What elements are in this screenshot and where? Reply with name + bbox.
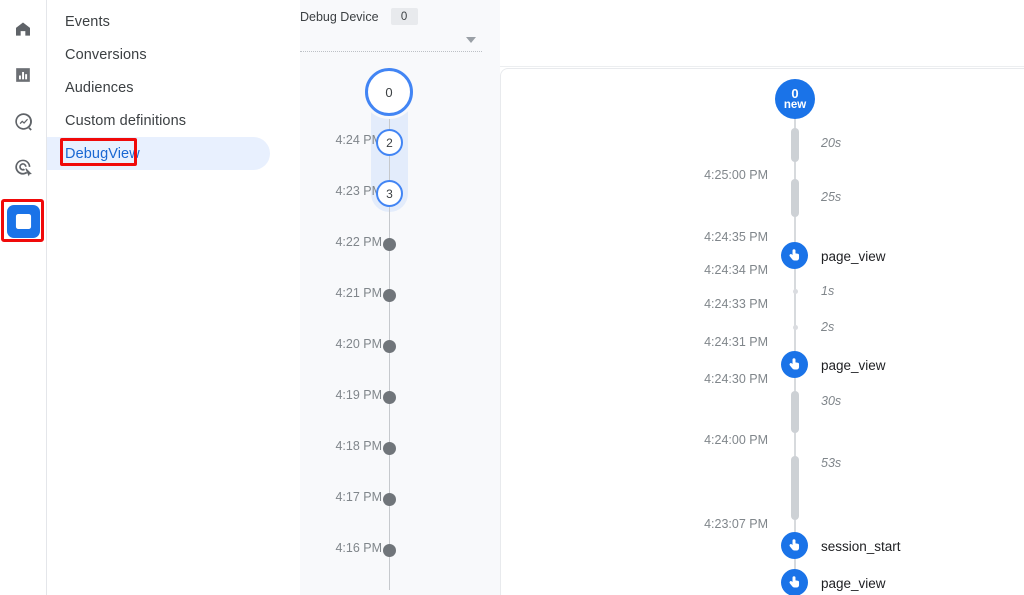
minute-time-label: 4:17 PM: [335, 490, 382, 504]
nav-item-custom-definitions[interactable]: Custom definitions: [47, 104, 270, 137]
minute-time-label: 4:18 PM: [335, 439, 382, 453]
event-name[interactable]: page_view: [821, 576, 886, 591]
event-timestamp: 4:24:00 PM: [704, 433, 768, 447]
minute-marker-count[interactable]: 3: [376, 180, 403, 207]
gap-duration-marker: [791, 128, 799, 162]
event-timestamp: 4:23:07 PM: [704, 517, 768, 531]
minute-row: 4:17 PM: [300, 490, 500, 510]
minute-time-label: 4:22 PM: [335, 235, 382, 249]
debugview-page: Events Conversions Audiences Custom defi…: [0, 0, 1024, 595]
bar-chart-icon: [13, 65, 33, 85]
event-timestamp: 4:24:30 PM: [704, 372, 768, 386]
debug-device-panel: Debug Device 0 0 4:24 PM 2 4:23 PM 3 4:2…: [300, 0, 500, 595]
minute-row: 4:22 PM: [300, 235, 500, 255]
rail-item-home[interactable]: [6, 12, 40, 46]
gap-duration-marker: [791, 179, 799, 217]
gap-duration-marker-small: [793, 325, 798, 330]
minute-row: 4:18 PM: [300, 439, 500, 459]
event-timestamp: 4:24:33 PM: [704, 297, 768, 311]
tap-event-icon: [786, 247, 803, 264]
rail-selected-background: [7, 205, 40, 238]
event-timestamp: 4:24:34 PM: [704, 263, 768, 277]
nav-item-audiences[interactable]: Audiences: [47, 71, 270, 104]
event-name[interactable]: page_view: [821, 358, 886, 373]
rail-item-explore[interactable]: [6, 104, 40, 138]
secondary-nav: Events Conversions Audiences Custom defi…: [47, 0, 300, 595]
event-name[interactable]: session_start: [821, 539, 901, 554]
minute-marker-empty[interactable]: [383, 391, 396, 404]
gap-duration-marker: [791, 391, 799, 433]
minute-marker-current[interactable]: 0: [365, 68, 413, 116]
minute-marker-count[interactable]: 2: [376, 129, 403, 156]
nav-item-events[interactable]: Events: [47, 5, 270, 38]
nav-item-conversions[interactable]: Conversions: [47, 38, 270, 71]
rail-item-advertising[interactable]: [6, 150, 40, 184]
gap-duration-label: 53s: [821, 456, 841, 470]
tap-event-icon: [786, 574, 803, 591]
gap-duration-label: 1s: [821, 284, 834, 298]
configure-list-icon: [14, 212, 33, 231]
tap-event-icon: [786, 537, 803, 554]
gap-duration-label: 2s: [821, 320, 834, 334]
minute-marker-empty[interactable]: [383, 442, 396, 455]
debug-device-label: Debug Device: [300, 10, 379, 24]
minute-row: 4:16 PM: [300, 541, 500, 561]
home-icon: [13, 19, 33, 39]
gap-duration-marker: [791, 456, 799, 520]
nav-item-label: DebugView: [65, 146, 140, 162]
nav-item-label: Custom definitions: [65, 113, 186, 129]
event-timestamp: 4:24:31 PM: [704, 335, 768, 349]
gap-duration-label: 30s: [821, 394, 841, 408]
nav-item-label: Audiences: [65, 80, 134, 96]
header-divider: [500, 66, 1024, 67]
nav-item-label: Conversions: [65, 47, 147, 63]
minute-marker-empty[interactable]: [383, 493, 396, 506]
debug-device-select[interactable]: [300, 30, 482, 52]
primary-icon-rail: [0, 0, 47, 595]
event-marker[interactable]: [781, 242, 808, 269]
new-events-badge[interactable]: 0 new: [775, 79, 815, 119]
nav-item-debugview[interactable]: DebugView: [47, 137, 270, 170]
minute-marker-empty[interactable]: [383, 238, 396, 251]
debug-device-count-badge: 0: [391, 8, 418, 25]
gap-duration-label: 20s: [821, 136, 841, 150]
minute-marker-empty[interactable]: [383, 544, 396, 557]
minute-row: 4:20 PM: [300, 337, 500, 357]
event-timestamp: 4:25:00 PM: [704, 168, 768, 182]
minute-time-label: 4:21 PM: [335, 286, 382, 300]
minute-row: 4:19 PM: [300, 388, 500, 408]
minute-marker-empty[interactable]: [383, 289, 396, 302]
rail-item-reports[interactable]: [6, 58, 40, 92]
tap-event-icon: [786, 356, 803, 373]
minute-marker-empty[interactable]: [383, 340, 396, 353]
minute-row: 4:21 PM: [300, 286, 500, 306]
rail-item-configure[interactable]: [6, 204, 40, 238]
minute-time-label: 4:24 PM: [335, 133, 382, 147]
event-timestamp: 4:24:35 PM: [704, 230, 768, 244]
gap-duration-label: 25s: [821, 190, 841, 204]
minute-row: 4:23 PM 3: [300, 184, 500, 204]
event-marker[interactable]: [781, 351, 808, 378]
event-name[interactable]: page_view: [821, 249, 886, 264]
explore-icon: [13, 111, 34, 132]
gap-duration-marker-small: [793, 289, 798, 294]
debug-device-header: Debug Device 0: [300, 8, 500, 25]
advertising-target-icon: [13, 157, 34, 178]
minute-time-label: 4:19 PM: [335, 388, 382, 402]
minute-time-label: 4:16 PM: [335, 541, 382, 555]
new-events-label: new: [784, 100, 806, 112]
event-stream-card: 0 new 4:25:00 PM 4:24:35 PM 4:24:34 PM 4…: [500, 68, 1024, 595]
minute-time-label: 4:23 PM: [335, 184, 382, 198]
event-marker[interactable]: [781, 569, 808, 595]
event-marker[interactable]: [781, 532, 808, 559]
minute-row: 4:24 PM 2: [300, 133, 500, 153]
event-stream-axis: [794, 99, 796, 595]
new-events-count: 0: [791, 87, 798, 100]
minute-time-label: 4:20 PM: [335, 337, 382, 351]
chevron-down-icon: [466, 37, 476, 43]
nav-item-label: Events: [65, 14, 110, 30]
